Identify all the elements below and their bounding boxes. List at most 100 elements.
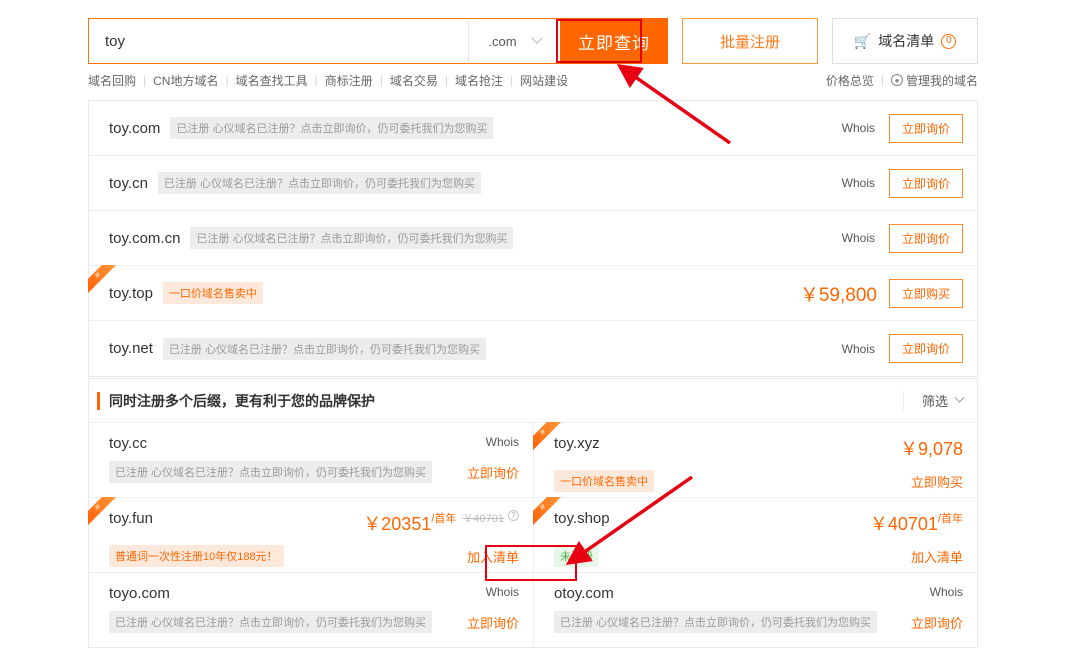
buy-now-link[interactable]: 立即购买 xyxy=(911,472,963,491)
buy-now-button[interactable]: 立即购买 xyxy=(889,279,963,308)
suffix-cell-bottom: 已注册 心仪域名已注册？点击立即询价，仍可委托我们为您购买 立即询价 xyxy=(109,611,519,633)
add-to-list-link[interactable]: 加入清单 xyxy=(467,547,519,566)
suffix-grid-row: toy.cc Whois 已注册 心仪域名已注册？点击立即询价，仍可委托我们为您… xyxy=(89,423,977,498)
promo-badge: 普通词一次性注册10年仅188元！ xyxy=(109,545,284,567)
quick-link-cn-regional[interactable]: CN地方域名 xyxy=(153,72,218,89)
status-badge: 已注册 心仪域名已注册？点击立即询价，仍可委托我们为您购买 xyxy=(170,117,493,139)
status-badge: 已注册 心仪域名已注册？点击立即询价，仍可委托我们为您购买 xyxy=(158,172,481,194)
filter-button[interactable]: 筛选 xyxy=(903,391,963,410)
result-row[interactable]: toy.cn 已注册 心仪域名已注册？点击立即询价，仍可委托我们为您购买 Who… xyxy=(89,156,977,211)
search-button[interactable]: 立即查询 xyxy=(560,18,668,64)
quick-link-domain-finder[interactable]: 域名查找工具 xyxy=(236,72,308,89)
suffix-cell[interactable]: 荐 toy.shop ￥40701 /首年 未注册 加入清单 xyxy=(533,498,977,572)
chevron-down-icon xyxy=(531,33,542,44)
suffix-grid-row: 荐 toy.fun ￥20351 /首年 ￥40701 ? 普通词一次性注册10… xyxy=(89,498,977,573)
whois-link[interactable]: Whois xyxy=(842,121,875,135)
quick-links-right: 价格总览 | ● 管理我的域名 xyxy=(826,72,978,89)
divider: | xyxy=(881,73,884,87)
main-results-panel: toy.com 已注册 心仪域名已注册？点击立即询价，仍可委托我们为您购买 Wh… xyxy=(88,100,978,377)
status-badge: 已注册 心仪域名已注册？点击立即询价，仍可委托我们为您购买 xyxy=(190,227,513,249)
inquire-link[interactable]: 立即询价 xyxy=(467,463,519,482)
tld-select-value: .com xyxy=(488,34,516,49)
quick-link-website-build[interactable]: 网站建设 xyxy=(520,72,568,89)
cart-count-badge: 0 xyxy=(941,34,956,49)
quick-link-manage-domains[interactable]: 管理我的域名 xyxy=(906,72,978,89)
search-bar: .com 立即查询 批量注册 🛒 域名清单 0 xyxy=(88,18,978,64)
search-input[interactable] xyxy=(89,19,468,63)
divider: | xyxy=(225,73,228,87)
domain-cart-label: 域名清单 xyxy=(878,31,934,51)
quick-link-trademark[interactable]: 商标注册 xyxy=(325,72,373,89)
search-input-box[interactable] xyxy=(88,18,468,64)
suffix-cell-top: toyo.com Whois xyxy=(109,585,519,602)
suffix-cell[interactable]: 荐 toy.xyz ￥9,078 一口价域名售卖中 立即购买 xyxy=(533,423,977,497)
status-badge: 已注册 心仪域名已注册？点击立即询价，仍可委托我们为您购买 xyxy=(109,611,432,633)
suffix-suggestions-panel: 同时注册多个后缀，更有利于您的品牌保护 筛选 toy.cc Whois 已注册 … xyxy=(88,378,978,648)
suffix-section-header: 同时注册多个后缀，更有利于您的品牌保护 筛选 xyxy=(89,379,977,423)
status-badge: 已注册 心仪域名已注册？点击立即询价，仍可委托我们为您购买 xyxy=(163,338,486,360)
suffix-cell[interactable]: otoy.com Whois 已注册 心仪域名已注册？点击立即询价，仍可委托我们… xyxy=(533,573,977,647)
whois-link[interactable]: Whois xyxy=(842,342,875,356)
domain-cart-button[interactable]: 🛒 域名清单 0 xyxy=(832,18,978,64)
tld-select[interactable]: .com xyxy=(468,18,560,64)
whois-link[interactable]: Whois xyxy=(842,231,875,245)
quick-link-domain-buyback[interactable]: 域名回购 xyxy=(88,72,136,89)
inquire-button[interactable]: 立即询价 xyxy=(889,224,963,253)
filter-label: 筛选 xyxy=(922,391,948,410)
suffix-cell-top: toy.xyz ￥9,078 xyxy=(554,435,963,461)
status-badge: 已注册 心仪域名已注册？点击立即询价，仍可委托我们为您购买 xyxy=(554,611,877,633)
divider: | xyxy=(143,73,146,87)
divider: | xyxy=(445,73,448,87)
suffix-cell-bottom: 已注册 心仪域名已注册？点击立即询价，仍可委托我们为您购买 立即询价 xyxy=(109,461,519,483)
whois-link[interactable]: Whois xyxy=(486,435,519,449)
inquire-link[interactable]: 立即询价 xyxy=(467,613,519,632)
price: ￥9,078 xyxy=(900,435,963,461)
price: ￥20351 xyxy=(363,510,431,536)
domain-name: toy.cn xyxy=(109,175,148,192)
suffix-cell-top: toy.fun ￥20351 /首年 ￥40701 ? xyxy=(109,510,519,536)
domain-search-page: .com 立即查询 批量注册 🛒 域名清单 0 域名回购 | CN地方域名 | 域名… xyxy=(0,0,1080,669)
user-icon: ● xyxy=(891,74,903,86)
result-row[interactable]: 荐 toy.top 一口价域名售卖中 ￥59,800 立即购买 xyxy=(89,266,977,321)
suffix-cell-bottom: 未注册 加入清单 xyxy=(554,545,963,567)
whois-link[interactable]: Whois xyxy=(842,176,875,190)
inquire-button[interactable]: 立即询价 xyxy=(889,169,963,198)
suffix-grid-row: toyo.com Whois 已注册 心仪域名已注册？点击立即询价，仍可委托我们… xyxy=(89,573,977,647)
suffix-cell[interactable]: toyo.com Whois 已注册 心仪域名已注册？点击立即询价，仍可委托我们… xyxy=(89,573,533,647)
bulk-register-button[interactable]: 批量注册 xyxy=(682,18,818,64)
suffix-cell[interactable]: toy.cc Whois 已注册 心仪域名已注册？点击立即询价，仍可委托我们为您… xyxy=(89,423,533,497)
domain-name: toy.com xyxy=(109,120,160,137)
chevron-down-icon xyxy=(955,393,965,403)
inquire-link[interactable]: 立即询价 xyxy=(911,613,963,632)
suffix-cell-top: toy.cc Whois xyxy=(109,435,519,452)
cart-icon: 🛒 xyxy=(854,33,871,50)
price-unit: /首年 xyxy=(431,510,456,526)
status-badge: 已注册 心仪域名已注册？点击立即询价，仍可委托我们为您购买 xyxy=(109,461,432,483)
suffix-cell[interactable]: 荐 toy.fun ￥20351 /首年 ￥40701 ? 普通词一次性注册10… xyxy=(89,498,533,572)
domain-name: toy.com.cn xyxy=(109,230,180,247)
question-icon[interactable]: ? xyxy=(508,510,519,521)
result-row[interactable]: toy.com.cn 已注册 心仪域名已注册？点击立即询价，仍可委托我们为您购买… xyxy=(89,211,977,266)
whois-link[interactable]: Whois xyxy=(930,585,963,599)
quick-link-domain-trade[interactable]: 域名交易 xyxy=(390,72,438,89)
price: ￥59,800 xyxy=(800,280,877,307)
quick-link-domain-backorder[interactable]: 域名抢注 xyxy=(455,72,503,89)
inquire-button[interactable]: 立即询价 xyxy=(889,334,963,363)
result-row[interactable]: toy.net 已注册 心仪域名已注册？点击立即询价，仍可委托我们为您购买 Wh… xyxy=(89,321,977,376)
add-to-list-link[interactable]: 加入清单 xyxy=(911,547,963,566)
quick-link-price-overview[interactable]: 价格总览 xyxy=(826,72,874,89)
recommended-ribbon-icon: 荐 xyxy=(88,265,122,299)
result-row[interactable]: toy.com 已注册 心仪域名已注册？点击立即询价，仍可委托我们为您购买 Wh… xyxy=(89,101,977,156)
suffix-cell-top: otoy.com Whois xyxy=(554,585,963,602)
divider: | xyxy=(380,73,383,87)
suffix-cell-bottom: 普通词一次性注册10年仅188元！ 加入清单 xyxy=(109,545,519,567)
whois-link[interactable]: Whois xyxy=(486,585,519,599)
divider: | xyxy=(510,73,513,87)
suffix-cell-bottom: 已注册 心仪域名已注册？点击立即询价，仍可委托我们为您购买 立即询价 xyxy=(554,611,963,633)
status-badge: 一口价域名售卖中 xyxy=(554,470,654,492)
domain-name: toyo.com xyxy=(109,585,170,602)
status-badge: 一口价域名售卖中 xyxy=(163,282,263,304)
price: ￥40701 xyxy=(870,510,938,536)
original-price: ￥40701 xyxy=(462,510,504,526)
inquire-button[interactable]: 立即询价 xyxy=(889,114,963,143)
